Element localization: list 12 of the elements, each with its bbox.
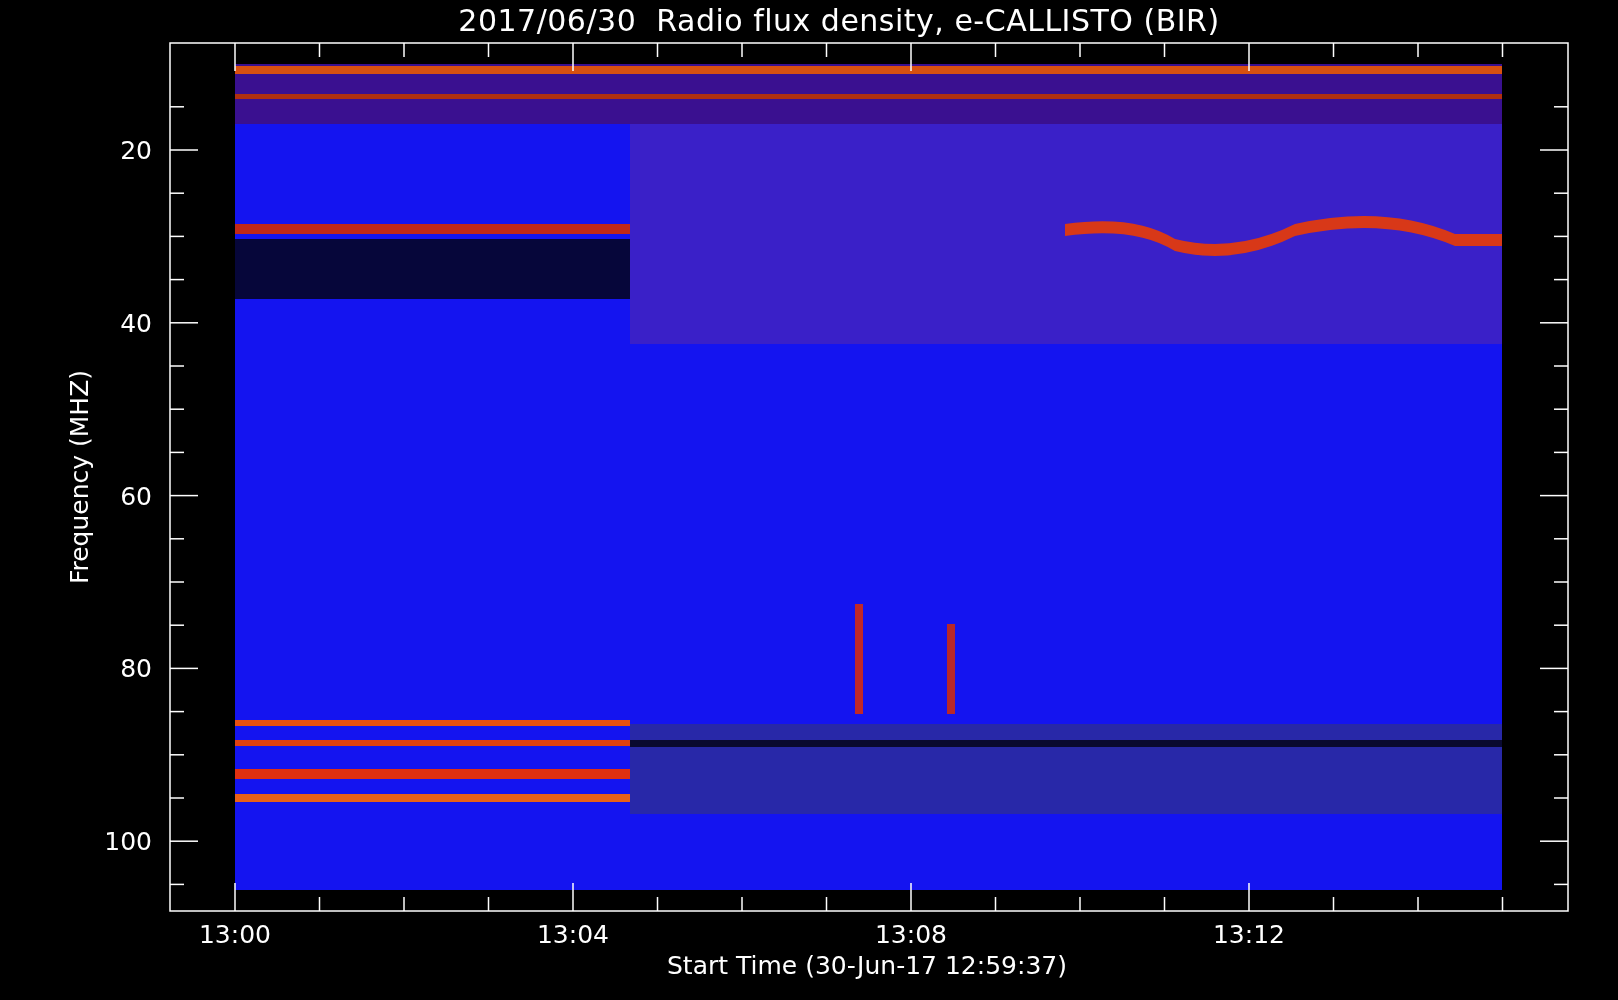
chart-title: 2017/06/30 Radio flux density, e-CALLISTO (BIR) [457, 2, 1220, 38]
x-tick-label: 13:00 [199, 920, 271, 949]
y-tick-label: 100 [104, 827, 152, 857]
y-tick-label: 60 [120, 481, 152, 511]
y-tick-label: 40 [120, 308, 152, 338]
x-axis-label: Start Time (30-Jun-17 12:59:37) [667, 951, 1067, 980]
x-tick-label: 13:08 [875, 920, 947, 949]
y-axis-label: Frequency (MHZ) [65, 369, 94, 585]
y-tick-label: 80 [120, 654, 152, 684]
x-tick-label: 13:04 [537, 920, 609, 949]
y-tick-label: 20 [120, 136, 152, 165]
x-tick-label: 13:12 [1213, 920, 1285, 949]
